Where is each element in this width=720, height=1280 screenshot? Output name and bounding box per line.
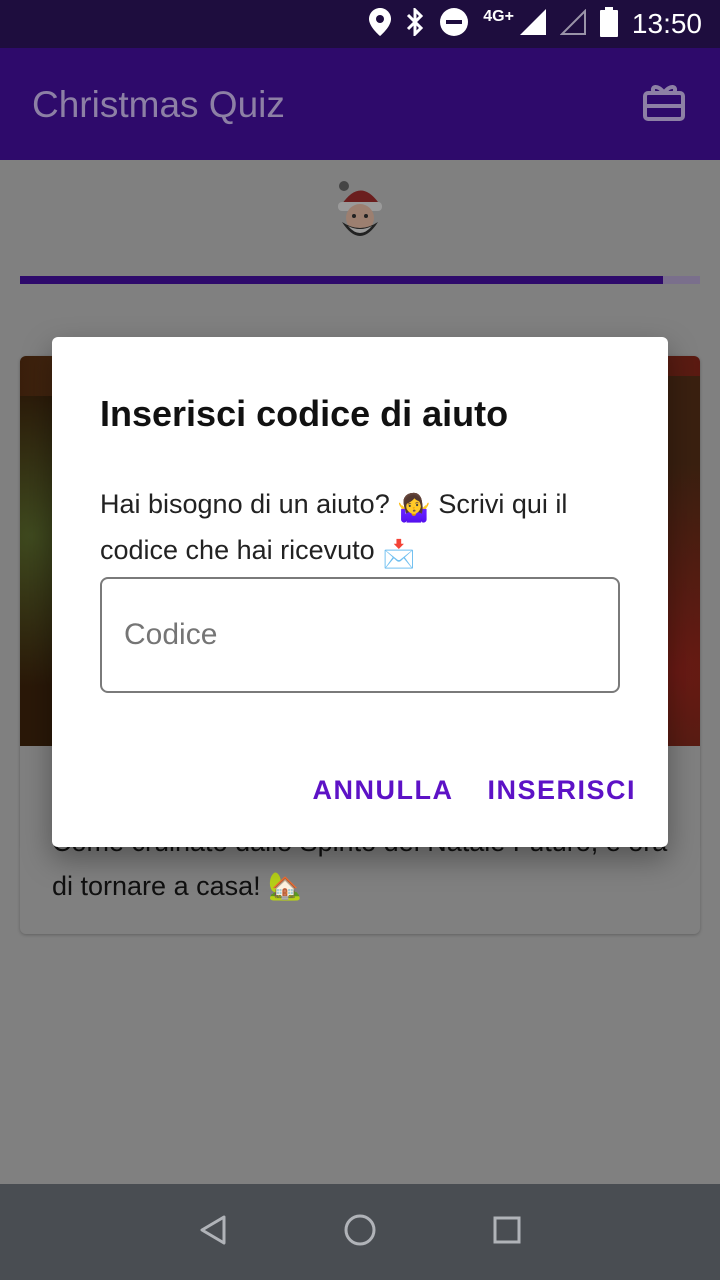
- dialog-message-text-1: Hai bisogno di un aiuto?: [100, 489, 390, 519]
- dialog-message: Hai bisogno di un aiuto? 🤷‍♀️ Scrivi qui…: [100, 483, 620, 575]
- back-icon: [198, 1214, 228, 1251]
- code-field[interactable]: [100, 577, 620, 693]
- recents-icon: [492, 1215, 522, 1250]
- status-icons: 4G+ 13:50: [369, 0, 702, 48]
- home-button[interactable]: [330, 1202, 390, 1262]
- battery-icon: [599, 6, 618, 42]
- dialog-actions: ANNULLA INSERISCI: [312, 775, 636, 806]
- gift-card-icon: [642, 82, 686, 127]
- location-icon: [369, 7, 392, 41]
- back-button[interactable]: [183, 1202, 243, 1262]
- network-type-label: 4G+: [483, 8, 514, 25]
- quiz-progress-bar: [20, 276, 700, 284]
- status-time: 13:50: [631, 8, 702, 39]
- person-shrugging-icon: 🤷‍♀️: [397, 493, 431, 523]
- do-not-disturb-icon: [439, 7, 469, 42]
- status-bar: 4G+ 13:50: [0, 0, 720, 48]
- code-input[interactable]: [102, 579, 618, 691]
- signal-icon: [519, 8, 546, 40]
- gift-card-button[interactable]: [636, 78, 692, 130]
- app-bar: Christmas Quiz: [0, 48, 720, 160]
- help-code-dialog: Inserisci codice di aiuto Hai bisogno di…: [52, 337, 668, 847]
- insert-button[interactable]: INSERISCI: [487, 775, 636, 806]
- recents-button[interactable]: [477, 1202, 537, 1262]
- app-title: Christmas Quiz: [32, 84, 285, 125]
- home-icon: [343, 1213, 377, 1252]
- bluetooth-icon: [405, 5, 425, 41]
- quiz-progress-fill: [20, 276, 663, 284]
- envelope-inbox-icon: 📩: [382, 539, 416, 569]
- navigation-bar: [0, 1184, 720, 1280]
- dialog-title: Inserisci codice di aiuto: [100, 393, 509, 434]
- cancel-button[interactable]: ANNULLA: [312, 775, 453, 806]
- santa-icon: [334, 178, 386, 248]
- signal-empty-icon: [559, 8, 586, 40]
